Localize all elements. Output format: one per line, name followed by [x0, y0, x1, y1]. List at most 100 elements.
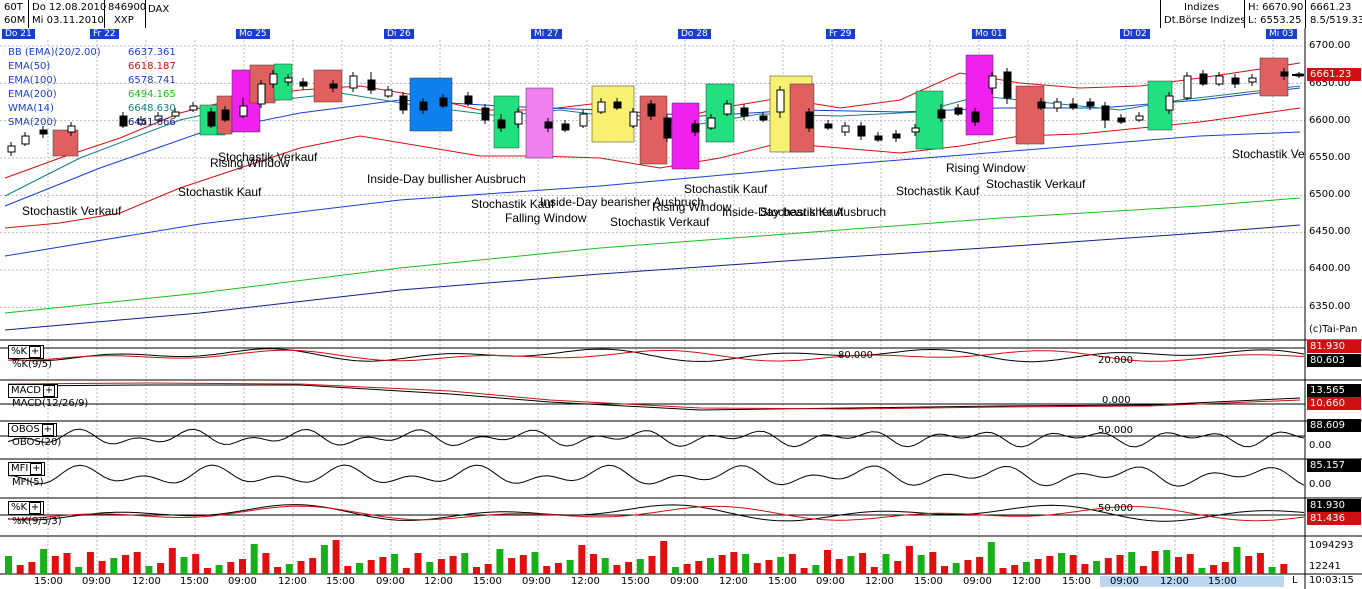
candle: [419, 101, 428, 111]
candle: [269, 73, 278, 85]
chart-header: 60T Do 12.08.2010 846900 DAX 60M Mi 03.1…: [0, 0, 1362, 29]
candle: [613, 101, 622, 109]
time-label: 12:00: [1012, 576, 1041, 587]
panel5-button[interactable]: %K +: [8, 501, 45, 515]
current-price-badge: 6661.23: [1307, 68, 1361, 81]
volume-bar: [753, 563, 761, 574]
last-price: 6661.23: [1310, 2, 1352, 13]
volume-bar: [578, 545, 586, 574]
candle: [119, 115, 128, 127]
legend-ema100[interactable]: EMA(100) 6578.741: [8, 74, 176, 88]
annotation: Falling Window: [505, 211, 587, 225]
expand-icon[interactable]: +: [29, 502, 42, 514]
subcategory: Dt.Börse Indizes: [1164, 15, 1246, 26]
candle: [971, 111, 980, 123]
volume-bar: [484, 564, 492, 574]
candle: [1069, 103, 1078, 109]
volume-bar: [847, 556, 855, 574]
candle: [597, 101, 606, 113]
annotation: Stochastik Kauf: [178, 185, 262, 199]
volume-bar: [1046, 556, 1054, 574]
volume-bar: [367, 560, 375, 574]
volume-bar: [110, 558, 118, 574]
time-label: 09:00: [228, 576, 257, 587]
price-tick: 6400.00: [1309, 263, 1351, 274]
volume-bar: [707, 558, 714, 574]
volume-bar: [718, 555, 726, 574]
candle: [239, 105, 248, 117]
legend-ema200[interactable]: EMA(200) 6494.165: [8, 88, 176, 102]
legend-wma14[interactable]: WMA(14) 6648.630: [8, 102, 176, 116]
candle: [663, 117, 672, 139]
candle: [937, 109, 946, 119]
volume-bar: [648, 556, 656, 574]
volume-bar: [531, 552, 539, 574]
panel1-value2: 80.603: [1307, 354, 1361, 367]
date-label: Mi 03: [1266, 29, 1297, 39]
volume-bar: [742, 554, 750, 574]
time-label: 12:00: [719, 576, 748, 587]
legend-bb[interactable]: BB (EMA)(20/2.00) 6637.361: [8, 46, 176, 60]
panel2-button[interactable]: MACD +: [8, 384, 58, 398]
low-price: L: 6553.25: [1248, 15, 1302, 26]
candle: [759, 115, 768, 121]
panel4-button[interactable]: MFI +: [8, 462, 46, 476]
volume-bar: [344, 566, 352, 574]
change-value: 8.5/519.33: [1310, 15, 1362, 26]
candle: [207, 111, 216, 127]
volume-bar: [508, 558, 516, 574]
volume-bar: [274, 567, 282, 574]
price-chart[interactable]: [0, 28, 1362, 589]
time-label: 15:00: [473, 576, 502, 587]
legend-ema50[interactable]: EMA(50) 6618.187: [8, 60, 176, 74]
pattern-box: [52, 129, 79, 157]
time-label: 15:00: [621, 576, 650, 587]
expand-icon[interactable]: +: [30, 463, 43, 475]
security-name: DAX: [148, 4, 170, 15]
scroll-button[interactable]: L: [1292, 575, 1298, 586]
volume-bar: [1081, 564, 1089, 574]
candle: [954, 107, 963, 115]
candle: [439, 97, 448, 107]
candle: [1135, 115, 1144, 121]
volume-bar: [5, 556, 12, 574]
expand-icon[interactable]: +: [42, 385, 55, 397]
volume-bar: [660, 541, 668, 574]
volume-bar: [157, 563, 165, 574]
candle: [1037, 101, 1046, 109]
annotation: Stochastik Ve: [1232, 147, 1305, 161]
volume-max: 1094293: [1309, 540, 1354, 551]
candle: [7, 145, 16, 153]
volume-bar: [683, 564, 691, 574]
volume-bar: [203, 568, 211, 574]
price-tick: 6600.00: [1309, 115, 1351, 126]
volume-bar: [86, 552, 94, 574]
time-label: 15:00: [768, 576, 797, 587]
time-label: 12:00: [1160, 576, 1189, 587]
volume-bar: [870, 567, 878, 574]
volume-bar: [1128, 552, 1136, 574]
legend-sma200[interactable]: SMA(200) 6461.666: [8, 116, 176, 130]
panel3-value1: 88.609: [1307, 419, 1361, 432]
candle: [497, 119, 506, 129]
volume-bar: [402, 568, 410, 574]
candle: [824, 123, 833, 129]
panel2-label: MACD(12/26/9): [12, 398, 89, 409]
time-label: 15:00: [326, 576, 355, 587]
exchange-code: XXP: [114, 15, 134, 26]
volume-bar: [180, 557, 188, 574]
candle: [481, 107, 490, 121]
volume-bar: [601, 558, 609, 574]
volume-bar: [297, 561, 305, 574]
volume-bar: [777, 557, 785, 574]
volume-bar: [554, 563, 562, 574]
expand-icon[interactable]: +: [29, 346, 42, 358]
expand-icon[interactable]: +: [41, 424, 54, 436]
volume-bar: [414, 553, 422, 574]
volume-bar: [473, 567, 480, 574]
candle: [911, 127, 920, 133]
candle: [805, 111, 814, 129]
panel3-button[interactable]: OBOS +: [8, 423, 57, 437]
panel1-button[interactable]: %K +: [8, 345, 45, 359]
time-label: 12:00: [571, 576, 600, 587]
